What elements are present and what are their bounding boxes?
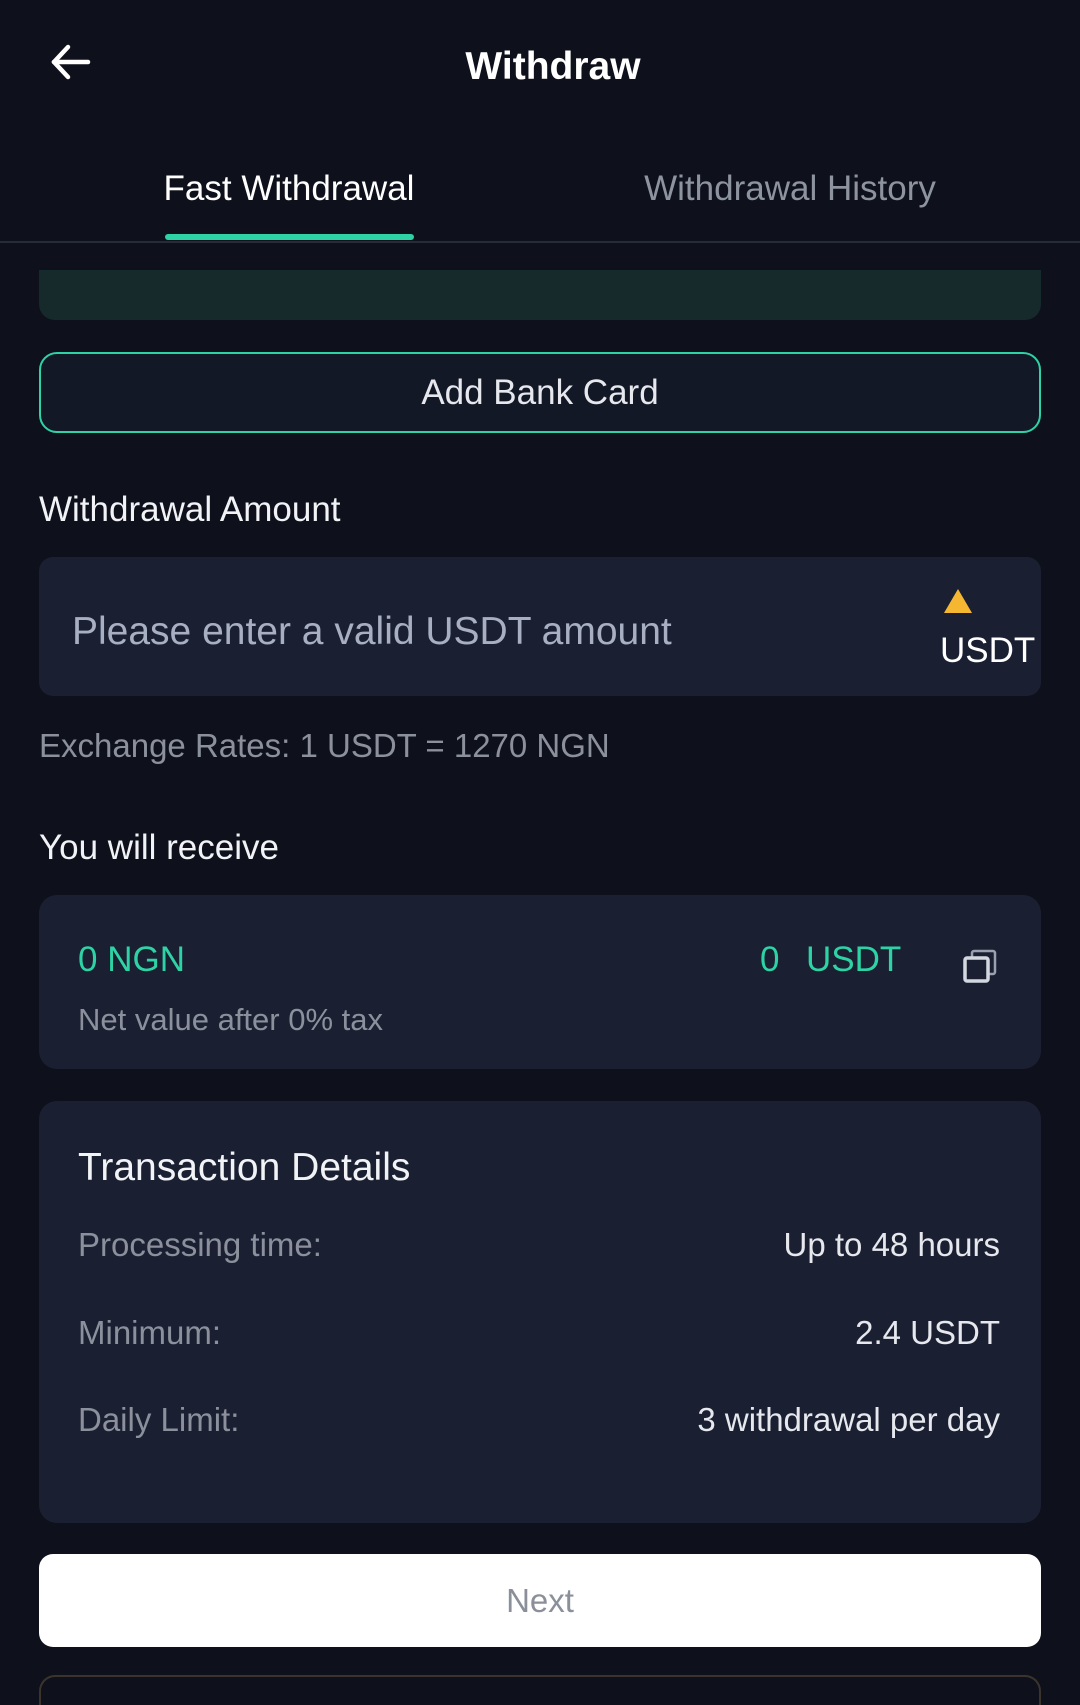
amount-field: USDT [39, 557, 1041, 696]
withdraw-screen: Withdraw Fast Withdrawal Withdrawal Hist… [0, 0, 1080, 1705]
tab-withdrawal-history[interactable]: Withdrawal History [590, 168, 990, 210]
warning-triangle-icon [944, 589, 972, 613]
arrow-left-icon[interactable] [48, 40, 92, 84]
transaction-details-card: Transaction Details Processing time: Up … [39, 1101, 1041, 1523]
add-bank-card-button[interactable]: Add Bank Card [39, 352, 1041, 433]
daily-limit-value: 3 withdrawal per day [697, 1401, 1000, 1438]
minimum-label: Minimum: [78, 1314, 222, 1351]
receive-label: You will receive [39, 828, 279, 867]
bank-info-card [39, 270, 1041, 320]
receive-ngn-amount: 0 NGN [78, 940, 185, 979]
next-button[interactable]: Next [39, 1554, 1041, 1647]
receive-card: 0 NGN 0 USDT Net value after 0% tax [39, 895, 1041, 1069]
receive-usdt-value: 0 [760, 940, 780, 979]
exchange-rate-text: Exchange Rates: 1 USDT = 1270 NGN [39, 727, 610, 764]
currency-unit: USDT [940, 631, 1036, 670]
daily-limit-label: Daily Limit: [78, 1401, 240, 1438]
bottom-card [39, 1675, 1041, 1705]
page-title: Withdraw [465, 45, 641, 88]
tab-fast-withdrawal[interactable]: Fast Withdrawal [89, 168, 489, 210]
receive-usdt-unit: USDT [806, 940, 902, 979]
transaction-details-title: Transaction Details [78, 1146, 411, 1189]
active-tab-indicator [165, 234, 414, 240]
processing-time-label: Processing time: [78, 1226, 322, 1263]
withdrawal-amount-label: Withdrawal Amount [39, 490, 341, 529]
header-divider [0, 241, 1080, 243]
minimum-value: 2.4 USDT [855, 1314, 1000, 1351]
processing-time-value: Up to 48 hours [783, 1226, 1000, 1263]
copy-icon[interactable] [963, 949, 997, 983]
amount-input[interactable] [72, 607, 892, 657]
net-value-note: Net value after 0% tax [78, 1002, 383, 1037]
